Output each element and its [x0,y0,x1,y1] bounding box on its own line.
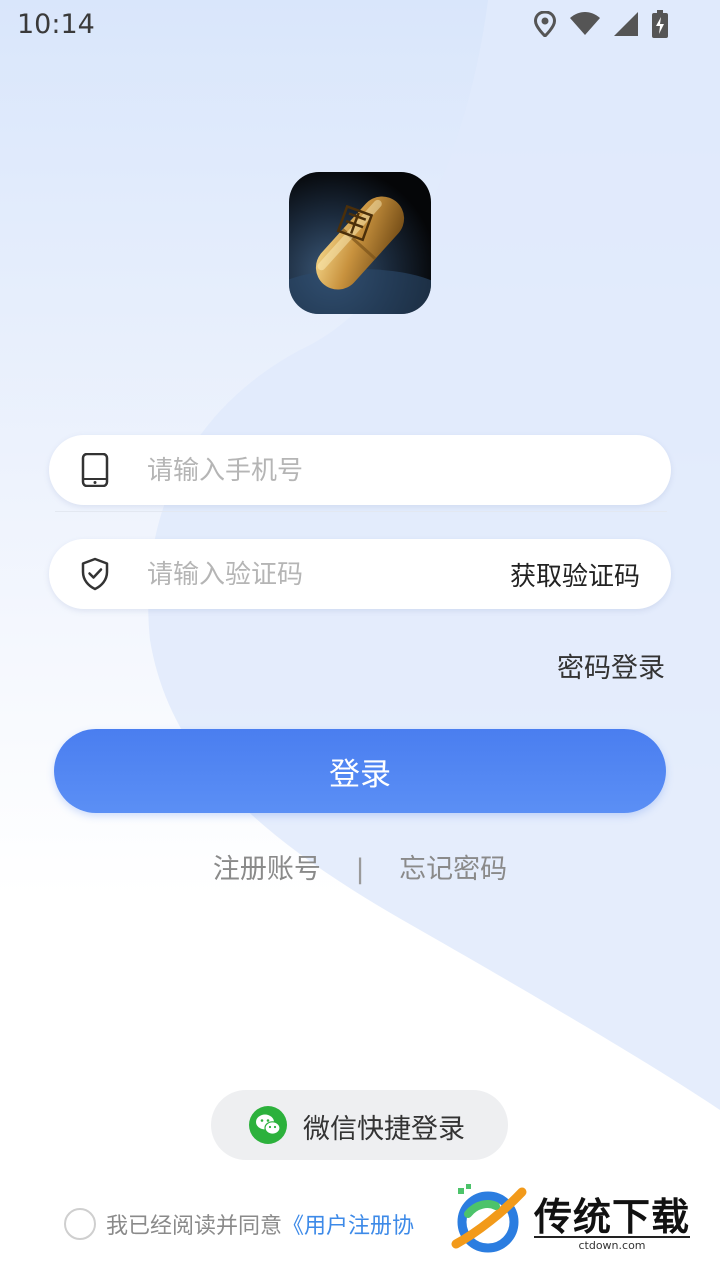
links-separator: | [355,854,365,885]
get-code-button[interactable]: 获取验证码 [510,556,640,593]
watermark: 传统下载 ctdown.com [446,1180,696,1258]
watermark-title: 传统下载 [534,1195,691,1239]
login-screen: 10:14 请输入手机号 请输入验证码 获取验证码 密码登录 登录 注册账号 |… [0,0,720,1280]
phone-input[interactable] [145,449,489,493]
wechat-login-label: 微信快捷登录 [303,1114,465,1145]
signal-icon [614,12,638,36]
watermark-logo-icon [451,1184,527,1253]
status-time: 10:14 [17,9,95,40]
status-icons [534,10,668,38]
location-icon [534,11,556,37]
agreement-row: 我已经阅读并同意 《用户注册协 [64,1207,414,1241]
forgot-password-link[interactable]: 忘记密码 [399,847,507,886]
agreement-text: 我已经阅读并同意 [106,1214,283,1239]
phone-input-row [49,435,671,505]
user-agreement-link[interactable]: 《用户注册协 [282,1208,414,1240]
agreement-checkbox[interactable] [64,1208,96,1240]
phone-icon [81,453,109,487]
wifi-icon [570,12,600,35]
login-button[interactable]: 登录 [54,729,666,813]
battery-icon [652,10,668,38]
password-login-link[interactable]: 密码登录 [557,646,665,685]
capsule-logo-image [289,196,431,314]
input-divider [55,511,667,512]
register-link[interactable]: 注册账号 [213,847,321,886]
watermark-subtitle: ctdown.com [534,1236,690,1252]
account-links: 注册账号 | 忘记密码 [0,847,720,886]
status-bar: 10:14 [0,0,720,50]
app-logo [289,172,431,314]
code-input-row: 获取验证码 [49,539,671,609]
wechat-icon [249,1106,287,1144]
shield-check-icon [81,557,109,591]
wechat-login-button[interactable]: 微信快捷登录 [211,1090,508,1160]
code-input[interactable] [145,553,489,597]
